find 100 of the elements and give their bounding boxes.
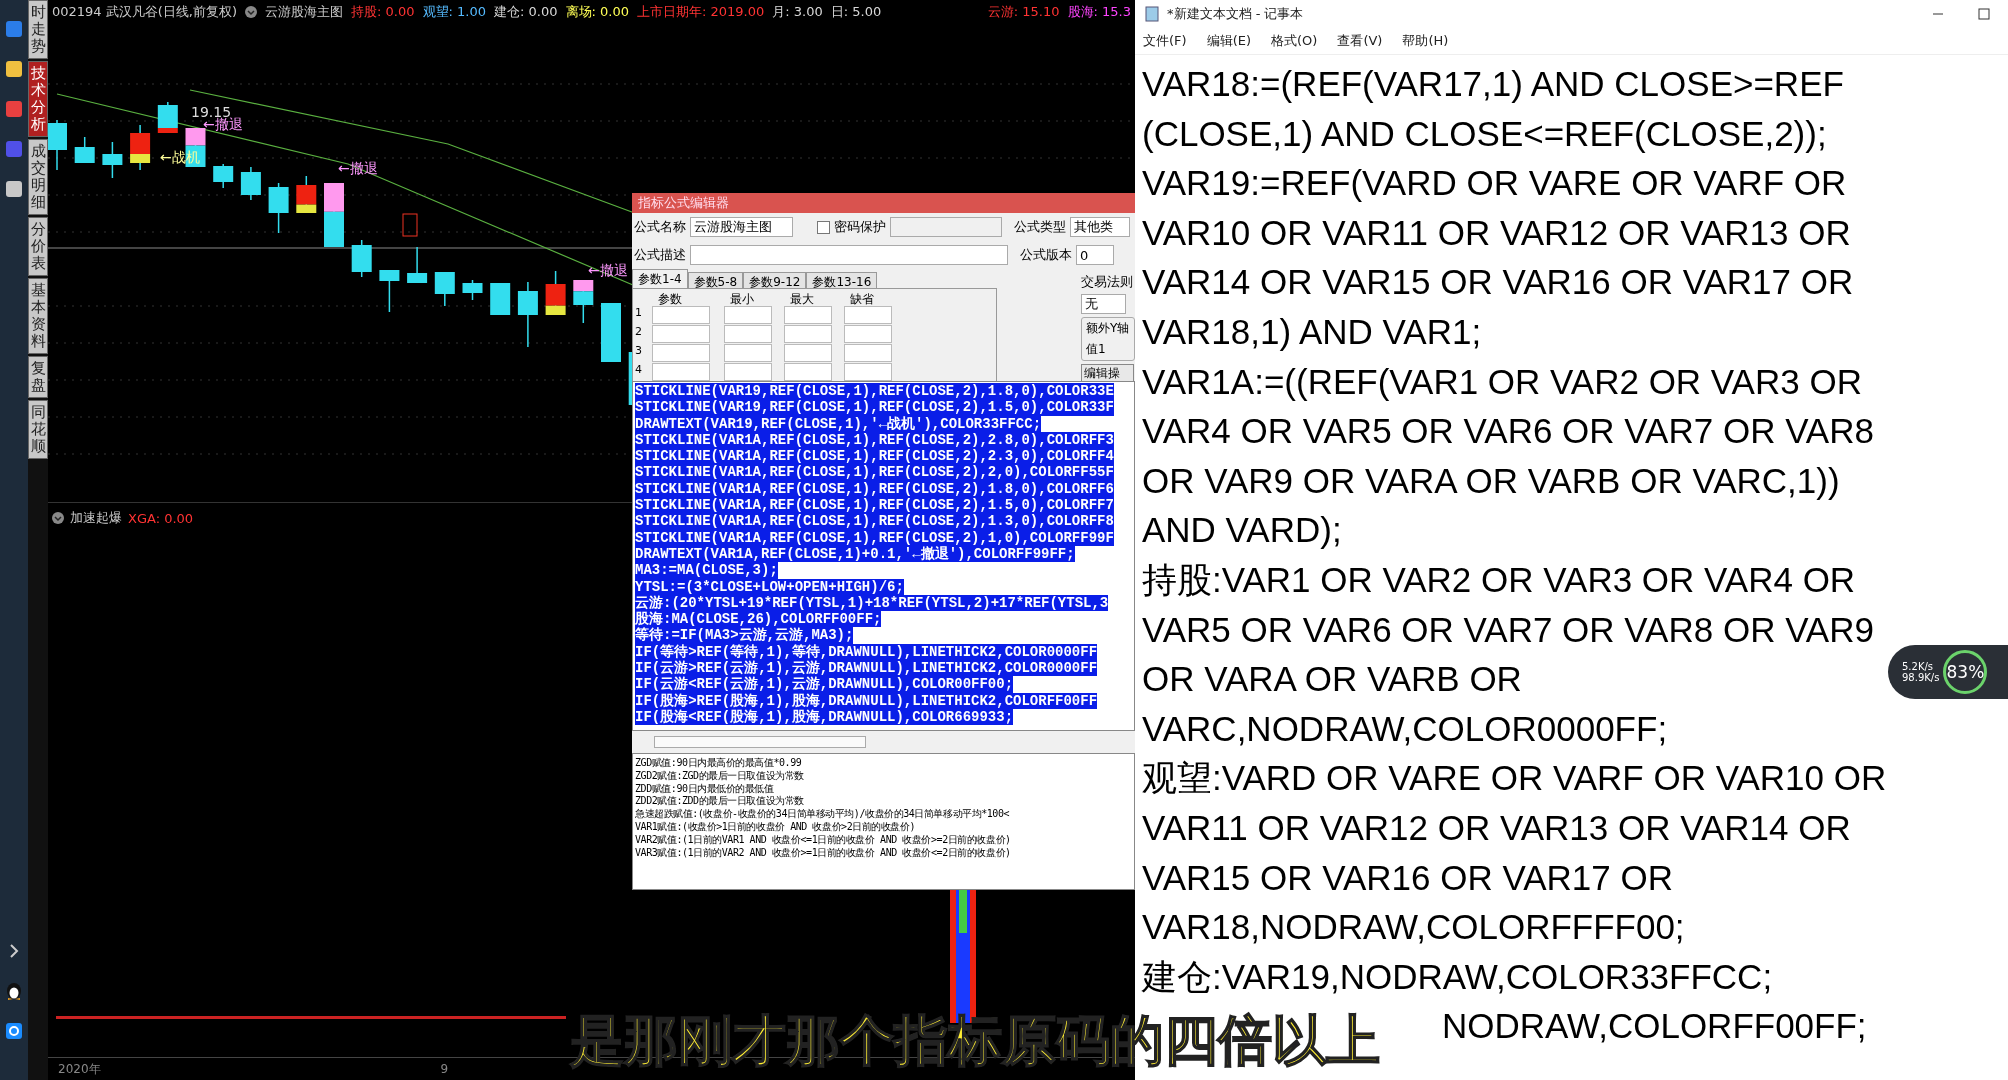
- text-line: VAR18:=(REF(VAR17,1) AND CLOSE>=REF: [1142, 63, 1844, 105]
- code-editor[interactable]: [632, 381, 1135, 731]
- column-header: 最大: [789, 291, 815, 305]
- dropdown-icon[interactable]: [52, 512, 64, 524]
- type-field[interactable]: 其他类: [1070, 217, 1130, 237]
- side-tab[interactable]: 技术分析: [28, 61, 48, 137]
- rule-select[interactable]: 无: [1081, 294, 1126, 314]
- param-input[interactable]: [844, 325, 892, 343]
- candlestick: [545, 270, 566, 316]
- checkbox-label: 密码保护: [834, 218, 886, 236]
- menu-item[interactable]: 格式(O): [1271, 32, 1318, 50]
- param-input[interactable]: [844, 306, 892, 324]
- version-field[interactable]: 0: [1076, 245, 1114, 265]
- text-line: VAR19:=REF(VARD OR VARE OR VARF OR: [1142, 162, 1847, 205]
- side-tab[interactable]: 基本资料: [28, 278, 48, 354]
- text-line: VAR14 OR VAR15 OR VAR16 OR VAR17 OR: [1142, 261, 1854, 304]
- panel-title: 加速起爆: [70, 509, 122, 527]
- password-field[interactable]: [890, 217, 1002, 237]
- text-line: 持股:VAR1 OR VAR2 OR VAR3 OR VAR4 OR: [1142, 558, 1856, 601]
- field-label: 公式版本: [1020, 246, 1072, 264]
- param-input[interactable]: [652, 306, 710, 324]
- side-tab[interactable]: 时走势: [28, 0, 48, 59]
- side-tab[interactable]: 同花顺: [28, 400, 48, 459]
- name-field[interactable]: 云游股海主图: [690, 217, 793, 237]
- param-input[interactable]: [652, 363, 710, 381]
- app-icon[interactable]: [5, 180, 23, 198]
- help-line: 急速超跌赋值:(收盘价-收盘价的34日简单移动平均)/收盘价的34日简单移动平均*100<: [635, 808, 1010, 821]
- text-line: AND VARD);: [1142, 509, 1342, 552]
- param-tab[interactable]: 参数13-16: [806, 272, 878, 288]
- group-label: 额外Y轴: [1086, 320, 1130, 337]
- candlestick: [240, 166, 261, 201]
- description-field[interactable]: [690, 245, 1008, 265]
- candlestick: [185, 127, 206, 168]
- candlestick: [490, 282, 511, 316]
- side-tab[interactable]: 分价表: [28, 217, 48, 276]
- candlestick: [74, 136, 95, 164]
- indicator-value: 云游: 15.10: [987, 3, 1060, 21]
- text-line: VAR18,1) AND VAR1;: [1142, 310, 1482, 353]
- param-input[interactable]: [724, 325, 772, 343]
- param-tab[interactable]: 参数9-12: [743, 272, 807, 288]
- menu-item[interactable]: 编辑(E): [1206, 32, 1251, 50]
- param-input[interactable]: [652, 344, 710, 362]
- row-number: 1: [635, 306, 643, 321]
- password-checkbox[interactable]: [817, 220, 830, 234]
- candlestick: [434, 271, 455, 307]
- scrollbar-thumb[interactable]: [654, 736, 866, 748]
- menu-item[interactable]: 查看(V): [1337, 32, 1383, 50]
- column-header: 缺省: [849, 291, 875, 305]
- param-input[interactable]: [784, 344, 832, 362]
- indicator-value: 离场: 0.00: [565, 3, 629, 21]
- text-line: VARC,NODRAW,COLOR0000FF;: [1142, 707, 1668, 750]
- param-input[interactable]: [844, 363, 892, 381]
- param-input[interactable]: [652, 325, 710, 343]
- text-line: VAR10 OR VAR11 OR VAR12 OR VAR13 OR: [1142, 211, 1851, 254]
- row-number: 2: [635, 325, 643, 340]
- param-input[interactable]: [784, 325, 832, 343]
- text-line: VAR4 OR VAR5 OR VAR6 OR VAR7 OR VAR8: [1142, 410, 1874, 453]
- indicator-value: 上市日期年: 2019.00: [637, 3, 765, 21]
- app-icon[interactable]: [5, 60, 23, 78]
- menu-item[interactable]: 帮助(H): [1402, 32, 1449, 50]
- penguin-icon[interactable]: [5, 980, 23, 1000]
- menu-item[interactable]: 文件(F): [1143, 32, 1187, 50]
- indicator-value: 建仓: 0.00: [494, 3, 558, 21]
- param-input[interactable]: [844, 344, 892, 362]
- param-tab[interactable]: 参数5-8: [687, 272, 744, 288]
- param-input[interactable]: [724, 344, 772, 362]
- chat-app-icon[interactable]: [5, 1022, 23, 1040]
- text-line: NODRAW,COLORFF00FF;: [1442, 1005, 1867, 1048]
- dropdown-icon[interactable]: [245, 6, 258, 18]
- app-icon[interactable]: [5, 100, 23, 118]
- candlestick: [351, 239, 372, 278]
- side-tab[interactable]: 复盘: [28, 356, 48, 398]
- param-input[interactable]: [724, 363, 772, 381]
- text-line: VAR5 OR VAR6 OR VAR7 OR VAR8 OR VAR9: [1142, 608, 1874, 651]
- notepad-icon: [1145, 6, 1159, 22]
- download-speed: 98.9K/s: [1902, 672, 1940, 683]
- candlestick: [296, 175, 317, 214]
- maximize-icon[interactable]: [1978, 8, 1990, 20]
- candlestick: [407, 246, 428, 284]
- param-input[interactable]: [724, 306, 772, 324]
- app-icon[interactable]: [5, 20, 23, 38]
- chevron-icon[interactable]: [8, 944, 20, 958]
- param-input[interactable]: [784, 306, 832, 324]
- text-line: 观望:VARD OR VARE OR VARF OR VAR10 OR: [1142, 757, 1887, 800]
- chart-label: ←撤退: [588, 262, 628, 280]
- param-input[interactable]: [784, 363, 832, 381]
- candle-outline: [402, 213, 418, 237]
- upload-speed: 5.2K/s: [1902, 661, 1935, 672]
- field-label: 交易法则: [1081, 273, 1134, 291]
- candlestick: [573, 279, 594, 324]
- candlestick: [601, 302, 621, 363]
- side-tab[interactable]: 成交明细: [28, 139, 48, 215]
- param-tab[interactable]: 参数1-4: [632, 269, 688, 288]
- axis-label: 9: [440, 1062, 449, 1076]
- field-label: 公式描述: [634, 246, 686, 264]
- help-line: VAR3赋值:(1日前的VAR2 AND 收盘价>=1日前的收盘价 AND 收盘价<=2日前的收盘价): [635, 846, 1011, 860]
- axis-label: 2020年: [58, 1060, 101, 1078]
- candlestick: [462, 279, 483, 301]
- help-line: ZDD2赋值:ZDD的最后一日取值设为常数: [635, 795, 804, 809]
- help-line: ZDD赋值:90日内最低价的最低值: [635, 782, 774, 796]
